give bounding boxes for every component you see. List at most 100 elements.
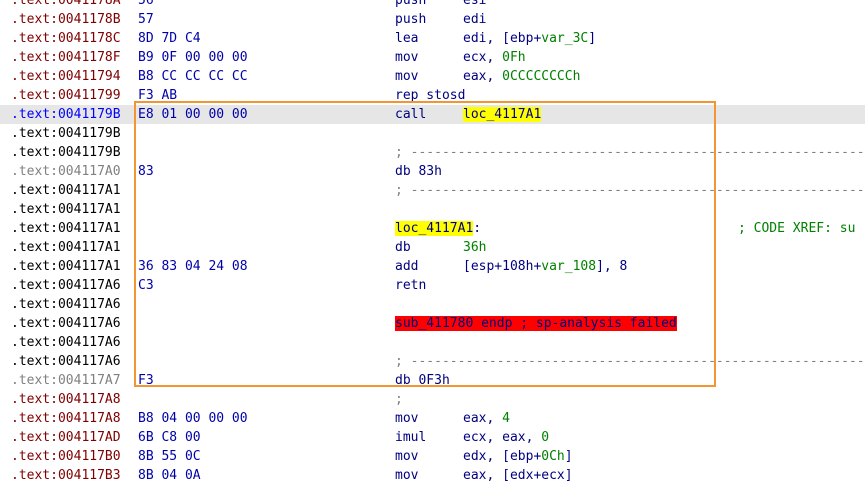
label-name[interactable]: loc_4117A1 <box>395 221 474 236</box>
opcode-bytes: B8 04 00 00 00 <box>138 411 248 426</box>
line-address[interactable]: .text:004117A1 <box>11 200 121 219</box>
line-address[interactable]: .text:0041179B <box>11 143 121 162</box>
instruction-mnemonic[interactable]: db 83h <box>395 162 442 181</box>
listing-line[interactable]: .text:004117A8; <box>0 390 865 409</box>
instruction-operands[interactable]: esi <box>463 0 486 10</box>
instruction-operands[interactable]: edi, [ebp+var_3C] <box>463 29 596 48</box>
line-address[interactable]: .text:0041178F <box>11 48 121 67</box>
line-address[interactable]: .text:00411794 <box>11 67 121 86</box>
listing-line[interactable]: .text:004117A1 loc_4117A1: ; CODE XREF: su <box>0 219 865 238</box>
instruction-operands[interactable]: ecx, eax, 0 <box>463 428 549 447</box>
instruction-mnemonic[interactable]: mov <box>395 447 418 466</box>
jump-target-label[interactable]: loc_4117A1 <box>463 107 542 122</box>
line-address[interactable]: .text:004117A8 <box>11 409 121 428</box>
listing-line[interactable]: .text:004117A0 83 db 83h <box>0 162 865 181</box>
instruction-mnemonic[interactable]: rep stosd <box>395 86 465 105</box>
instruction-operands[interactable]: eax, 0CCCCCCCCh <box>463 67 580 86</box>
listing-line[interactable]: .text:0041179B E8 01 00 00 00 call loc_4117… <box>0 105 865 124</box>
instruction-operands[interactable]: loc_4117A1 <box>463 105 542 124</box>
instruction-operands[interactable]: eax, 4 <box>463 409 510 428</box>
listing-line[interactable]: .text:004117A1 <box>0 200 865 219</box>
listing-line[interactable]: .text:00411799 F3 AB rep stosd <box>0 86 865 105</box>
instruction-mnemonic[interactable]: mov <box>395 67 418 86</box>
instruction-operands[interactable]: 36h <box>463 238 486 257</box>
line-address[interactable]: .text:004117A1 <box>11 257 121 276</box>
instruction-mnemonic[interactable]: retn <box>395 276 426 295</box>
instruction-mnemonic[interactable]: lea <box>395 29 418 48</box>
instruction-operands[interactable]: ecx, 0Fh <box>463 48 526 67</box>
listing-line[interactable]: .text:004117A6 <box>0 295 865 314</box>
listing-line[interactable]: .text:004117A6 sub_411780 endp ; sp-analy… <box>0 314 865 333</box>
listing-line[interactable]: .text:0041178A 56 push esi <box>0 0 865 10</box>
line-address[interactable]: .text:004117A6 <box>11 295 121 314</box>
operand-text: ecx, <box>463 50 503 65</box>
instruction-mnemonic[interactable]: add <box>395 257 418 276</box>
listing-line[interactable]: .text:004117A7 F3 db 0F3h <box>0 371 865 390</box>
opcode-bytes: F3 <box>138 373 154 388</box>
stack-variable[interactable]: var_3C <box>541 31 588 46</box>
address-offset: 0041178C <box>57 31 121 46</box>
line-address[interactable]: .text:004117A0 <box>11 162 121 181</box>
separator-comment: ; <box>395 392 403 407</box>
line-address[interactable]: .text:004117A6 <box>11 276 121 295</box>
stack-variable[interactable]: var_108 <box>541 259 596 274</box>
instruction-operands[interactable]: edx, [ebp+0Ch] <box>463 447 573 466</box>
listing-line[interactable]: .text:0041178B 57 push edi <box>0 10 865 29</box>
line-address[interactable]: .text:004117A6 <box>11 333 121 352</box>
instruction-mnemonic[interactable]: db <box>395 238 411 257</box>
instruction-mnemonic[interactable]: mov <box>395 48 418 67</box>
line-address[interactable]: .text:004117B3 <box>11 466 121 485</box>
line-address[interactable]: .text:004117B0 <box>11 447 121 466</box>
listing-line[interactable]: .text:004117A6 C3 retn <box>0 276 865 295</box>
listing-line[interactable]: .text:0041178F B9 0F 00 00 00 mov ecx, 0Fh <box>0 48 865 67</box>
listing-line[interactable]: .text:004117A6 ; ------------------------… <box>0 352 865 371</box>
line-address[interactable]: .text:0041178A <box>11 0 121 10</box>
listing-line[interactable]: .text:004117AD 6B C8 00 imul ecx, eax, 0 <box>0 428 865 447</box>
listing-line[interactable]: .text:0041179B ; ------------------------… <box>0 143 865 162</box>
segment-name: .text: <box>11 88 58 103</box>
code-label[interactable]: loc_4117A1: <box>395 219 481 238</box>
line-address[interactable]: .text:0041179B <box>11 124 121 143</box>
line-address[interactable]: .text:004117A6 <box>11 314 121 333</box>
line-address[interactable]: .text:004117A1 <box>11 238 121 257</box>
listing-line[interactable]: .text:004117B0 8B 55 0C mov edx, [ebp+0Ch] <box>0 447 865 466</box>
listing-line[interactable]: .text:004117A1 ; ------------------------… <box>0 181 865 200</box>
listing-line[interactable]: .text:004117B3 8B 04 0A mov eax, [edx+ecx] <box>0 466 865 485</box>
instruction-mnemonic[interactable]: push <box>395 0 426 10</box>
listing-line[interactable]: .text:00411794 B8 CC CC CC CC mov eax, 0CCC… <box>0 67 865 86</box>
listing-line[interactable]: .text:004117A1 db 36h <box>0 238 865 257</box>
listing-line[interactable]: .text:004117A6 <box>0 333 865 352</box>
line-address[interactable]: .text:0041179B <box>11 105 121 124</box>
instruction-mnemonic[interactable]: db 0F3h <box>395 371 450 390</box>
address-offset: 0041179B <box>57 145 121 160</box>
instruction-mnemonic[interactable]: mov <box>395 466 418 485</box>
instruction-mnemonic[interactable]: push <box>395 10 426 29</box>
instruction-mnemonic[interactable]: imul <box>395 428 426 447</box>
immediate-value: 0Fh <box>502 50 526 65</box>
line-address[interactable]: .text:004117AD <box>11 428 121 447</box>
operand-text: eax, <box>463 411 503 426</box>
line-address[interactable]: .text:004117A7 <box>11 371 121 390</box>
instruction-mnemonic[interactable]: call <box>395 105 426 124</box>
listing-line[interactable]: .text:0041179B <box>0 124 865 143</box>
listing-line[interactable]: .text:004117A8 B8 04 00 00 00 mov eax, 4 <box>0 409 865 428</box>
address-offset: 004117A6 <box>57 297 121 312</box>
opcode-bytes: 56 <box>138 0 154 8</box>
xref-comment[interactable]: ; CODE XREF: su <box>738 219 855 238</box>
line-address[interactable]: .text:004117A1 <box>11 219 121 238</box>
instruction-mnemonic[interactable]: mov <box>395 409 418 428</box>
instruction-operands[interactable]: eax, [edx+ecx] <box>463 466 573 485</box>
listing-line[interactable]: .text:004117A1 36 83 04 24 08 add [esp+108h… <box>0 257 865 276</box>
line-address[interactable]: .text:004117A6 <box>11 352 121 371</box>
instruction-operands[interactable]: edi <box>463 10 486 29</box>
line-address[interactable]: .text:004117A1 <box>11 181 121 200</box>
line-address[interactable]: .text:0041178B <box>11 10 121 29</box>
segment-name: .text: <box>11 392 58 407</box>
listing-line[interactable]: .text:0041178C 8D 7D C4 lea edi, [ebp+var_3… <box>0 29 865 48</box>
line-address[interactable]: .text:004117A8 <box>11 390 121 409</box>
line-address[interactable]: .text:0041178C <box>11 29 121 48</box>
instruction-operands[interactable]: [esp+108h+var_108], 8 <box>463 257 627 276</box>
disassembly-view[interactable]: .text:0041178A 56 push esi .text:0041178B 57 p… <box>0 0 865 487</box>
line-address[interactable]: .text:00411799 <box>11 86 121 105</box>
address-offset: 004117A7 <box>57 373 121 388</box>
